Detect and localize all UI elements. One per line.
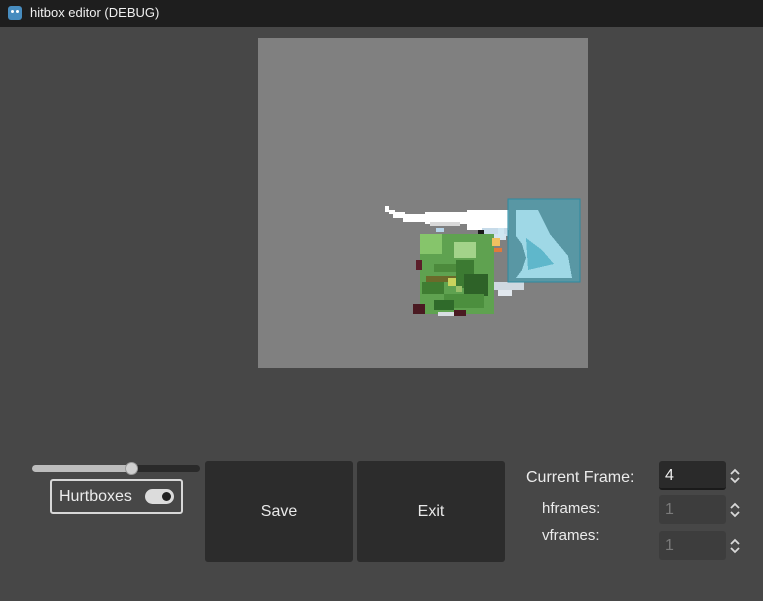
zoom-slider[interactable]	[32, 462, 200, 475]
vframes-input[interactable]: 1	[659, 531, 726, 560]
save-button[interactable]: Save	[205, 461, 353, 562]
toggle-switch-icon[interactable]	[145, 489, 174, 504]
sprite-preview-canvas[interactable]	[258, 38, 588, 368]
hurtboxes-checkbutton[interactable]: Hurtboxes	[50, 479, 183, 514]
current-frame-spin-arrows-icon[interactable]	[729, 467, 741, 485]
exit-button[interactable]: Exit	[357, 461, 505, 562]
sprite-preview	[385, 198, 581, 316]
hurtboxes-label: Hurtboxes	[59, 488, 132, 505]
character-sprite	[413, 228, 524, 316]
godot-engine-icon	[8, 6, 22, 20]
toggle-knob	[162, 492, 171, 501]
hurtbox-rect[interactable]	[507, 198, 581, 283]
current-frame-label: Current Frame:	[526, 469, 635, 486]
vframes-spin-arrows-icon[interactable]	[729, 537, 741, 555]
zoom-slider-fill	[32, 465, 132, 472]
zoom-slider-grabber[interactable]	[124, 462, 138, 475]
hframes-spin-arrows-icon[interactable]	[729, 501, 741, 519]
hframes-input[interactable]: 1	[659, 495, 726, 524]
window-title: hitbox editor (DEBUG)	[30, 5, 160, 20]
vframes-label: vframes:	[542, 527, 600, 544]
title-bar: hitbox editor (DEBUG)	[0, 0, 763, 27]
current-frame-input[interactable]: 4	[659, 461, 726, 490]
hframes-label: hframes:	[542, 500, 601, 517]
